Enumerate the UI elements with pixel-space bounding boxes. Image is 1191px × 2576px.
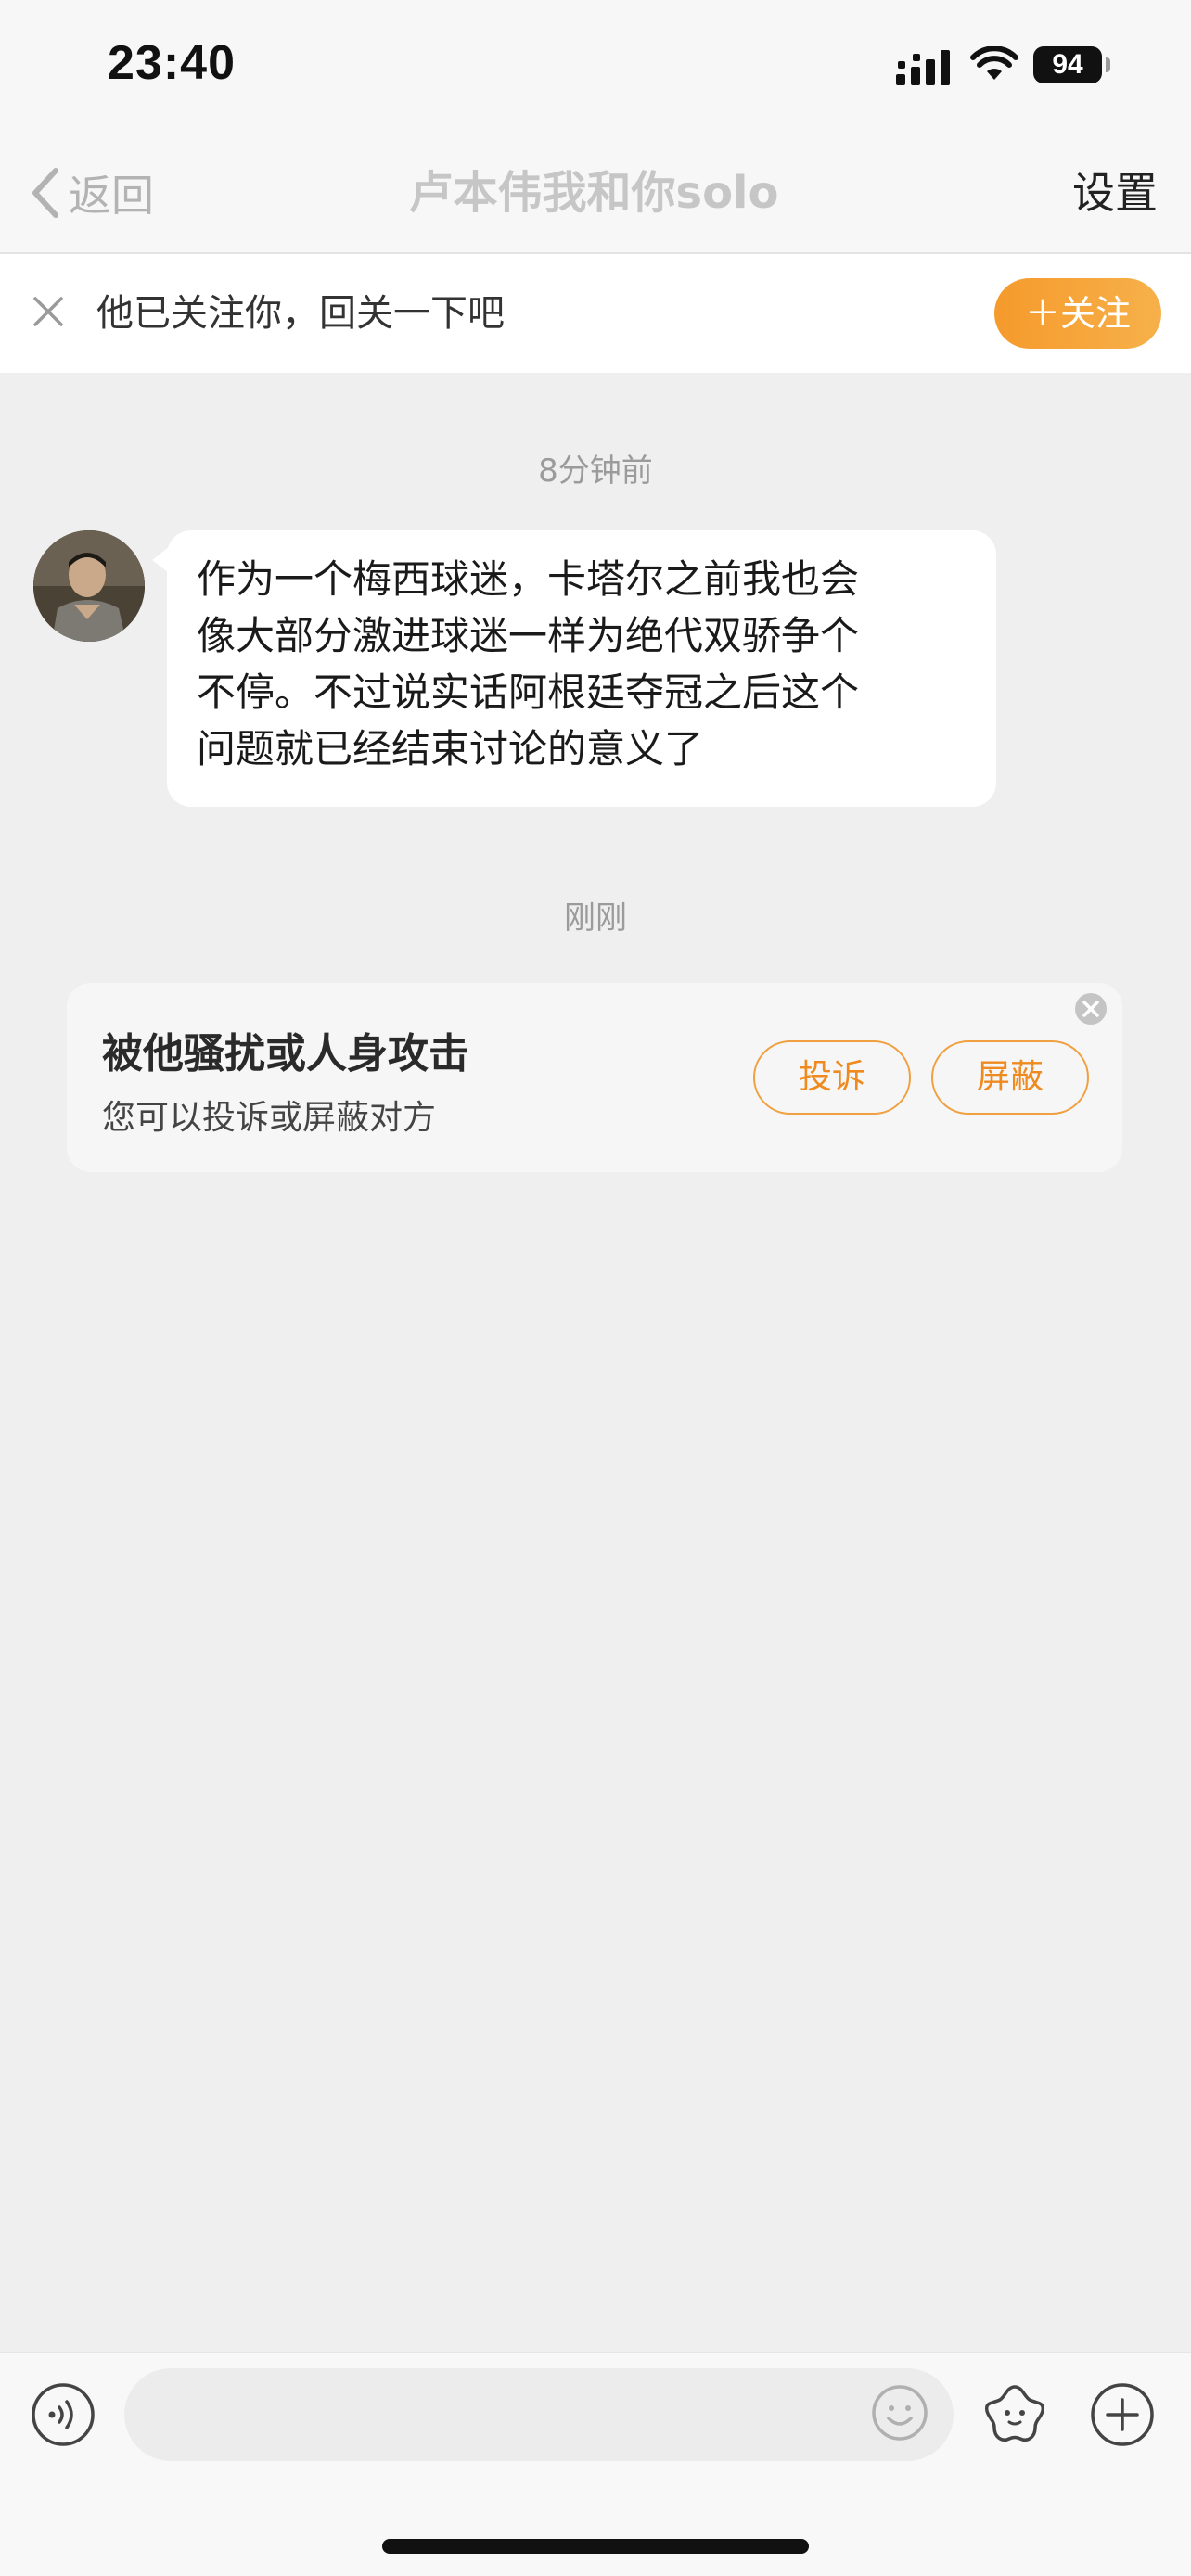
battery-cap xyxy=(1106,57,1110,72)
sticker-icon[interactable] xyxy=(981,2381,1048,2448)
voice-icon[interactable] xyxy=(30,2381,96,2448)
message-input[interactable] xyxy=(124,2368,954,2461)
message-line: 问题就已经结束讨论的意义了 xyxy=(197,726,704,772)
message-line: 不停。不过说实话阿根廷夺冠之后这个 xyxy=(197,670,860,715)
settings-button[interactable]: 设置 xyxy=(1072,165,1158,221)
chevron-left-icon xyxy=(32,168,58,218)
follow-button[interactable]: ＋关注 xyxy=(994,278,1161,349)
complain-button[interactable]: 投诉 xyxy=(753,1040,911,1115)
add-icon[interactable] xyxy=(1089,2381,1156,2448)
follow-banner: 他已关注你，回关一下吧 ＋关注 xyxy=(0,254,1191,373)
report-subtitle: 您可以投诉或屏蔽对方 xyxy=(102,1099,437,1137)
avatar[interactable] xyxy=(33,530,145,642)
page-title: 卢本伟我和你solo xyxy=(408,167,779,219)
follow-banner-text: 他已关注你，回关一下吧 xyxy=(96,292,505,335)
emoji-icon[interactable] xyxy=(870,2383,929,2442)
message-timestamp: 8分钟前 xyxy=(538,453,653,490)
status-time: 23:40 xyxy=(108,36,236,90)
message-bubble[interactable]: 作为一个梅西球迷，卡塔尔之前我也会 像大部分激进球迷一样为绝代双骄争个 不停。不… xyxy=(167,530,996,807)
second-timestamp: 刚刚 xyxy=(564,899,627,937)
message-line: 作为一个梅西球迷，卡塔尔之前我也会 xyxy=(197,556,860,602)
back-button[interactable]: 返回 xyxy=(28,165,154,221)
home-indicator xyxy=(382,2539,809,2554)
block-button[interactable]: 屏蔽 xyxy=(931,1040,1089,1115)
chat-screen: 23:40 94 返回 卢本伟我和你solo 设置 他已关注你，回关一下吧 ＋关… xyxy=(0,0,1191,2576)
battery-icon: 94 xyxy=(1033,46,1102,83)
report-title: 被他骚扰或人身攻击 xyxy=(102,1030,469,1078)
report-card: 被他骚扰或人身攻击 您可以投诉或屏蔽对方 投诉 屏蔽 xyxy=(67,983,1122,1172)
avatar-photo xyxy=(33,530,145,642)
signal-icon xyxy=(896,50,950,85)
close-icon[interactable] xyxy=(32,295,65,328)
back-label: 返回 xyxy=(69,171,154,221)
message-line: 像大部分激进球迷一样为绝代双骄争个 xyxy=(197,613,860,658)
close-circle-icon[interactable] xyxy=(1072,990,1109,1027)
wifi-icon xyxy=(970,46,1018,80)
